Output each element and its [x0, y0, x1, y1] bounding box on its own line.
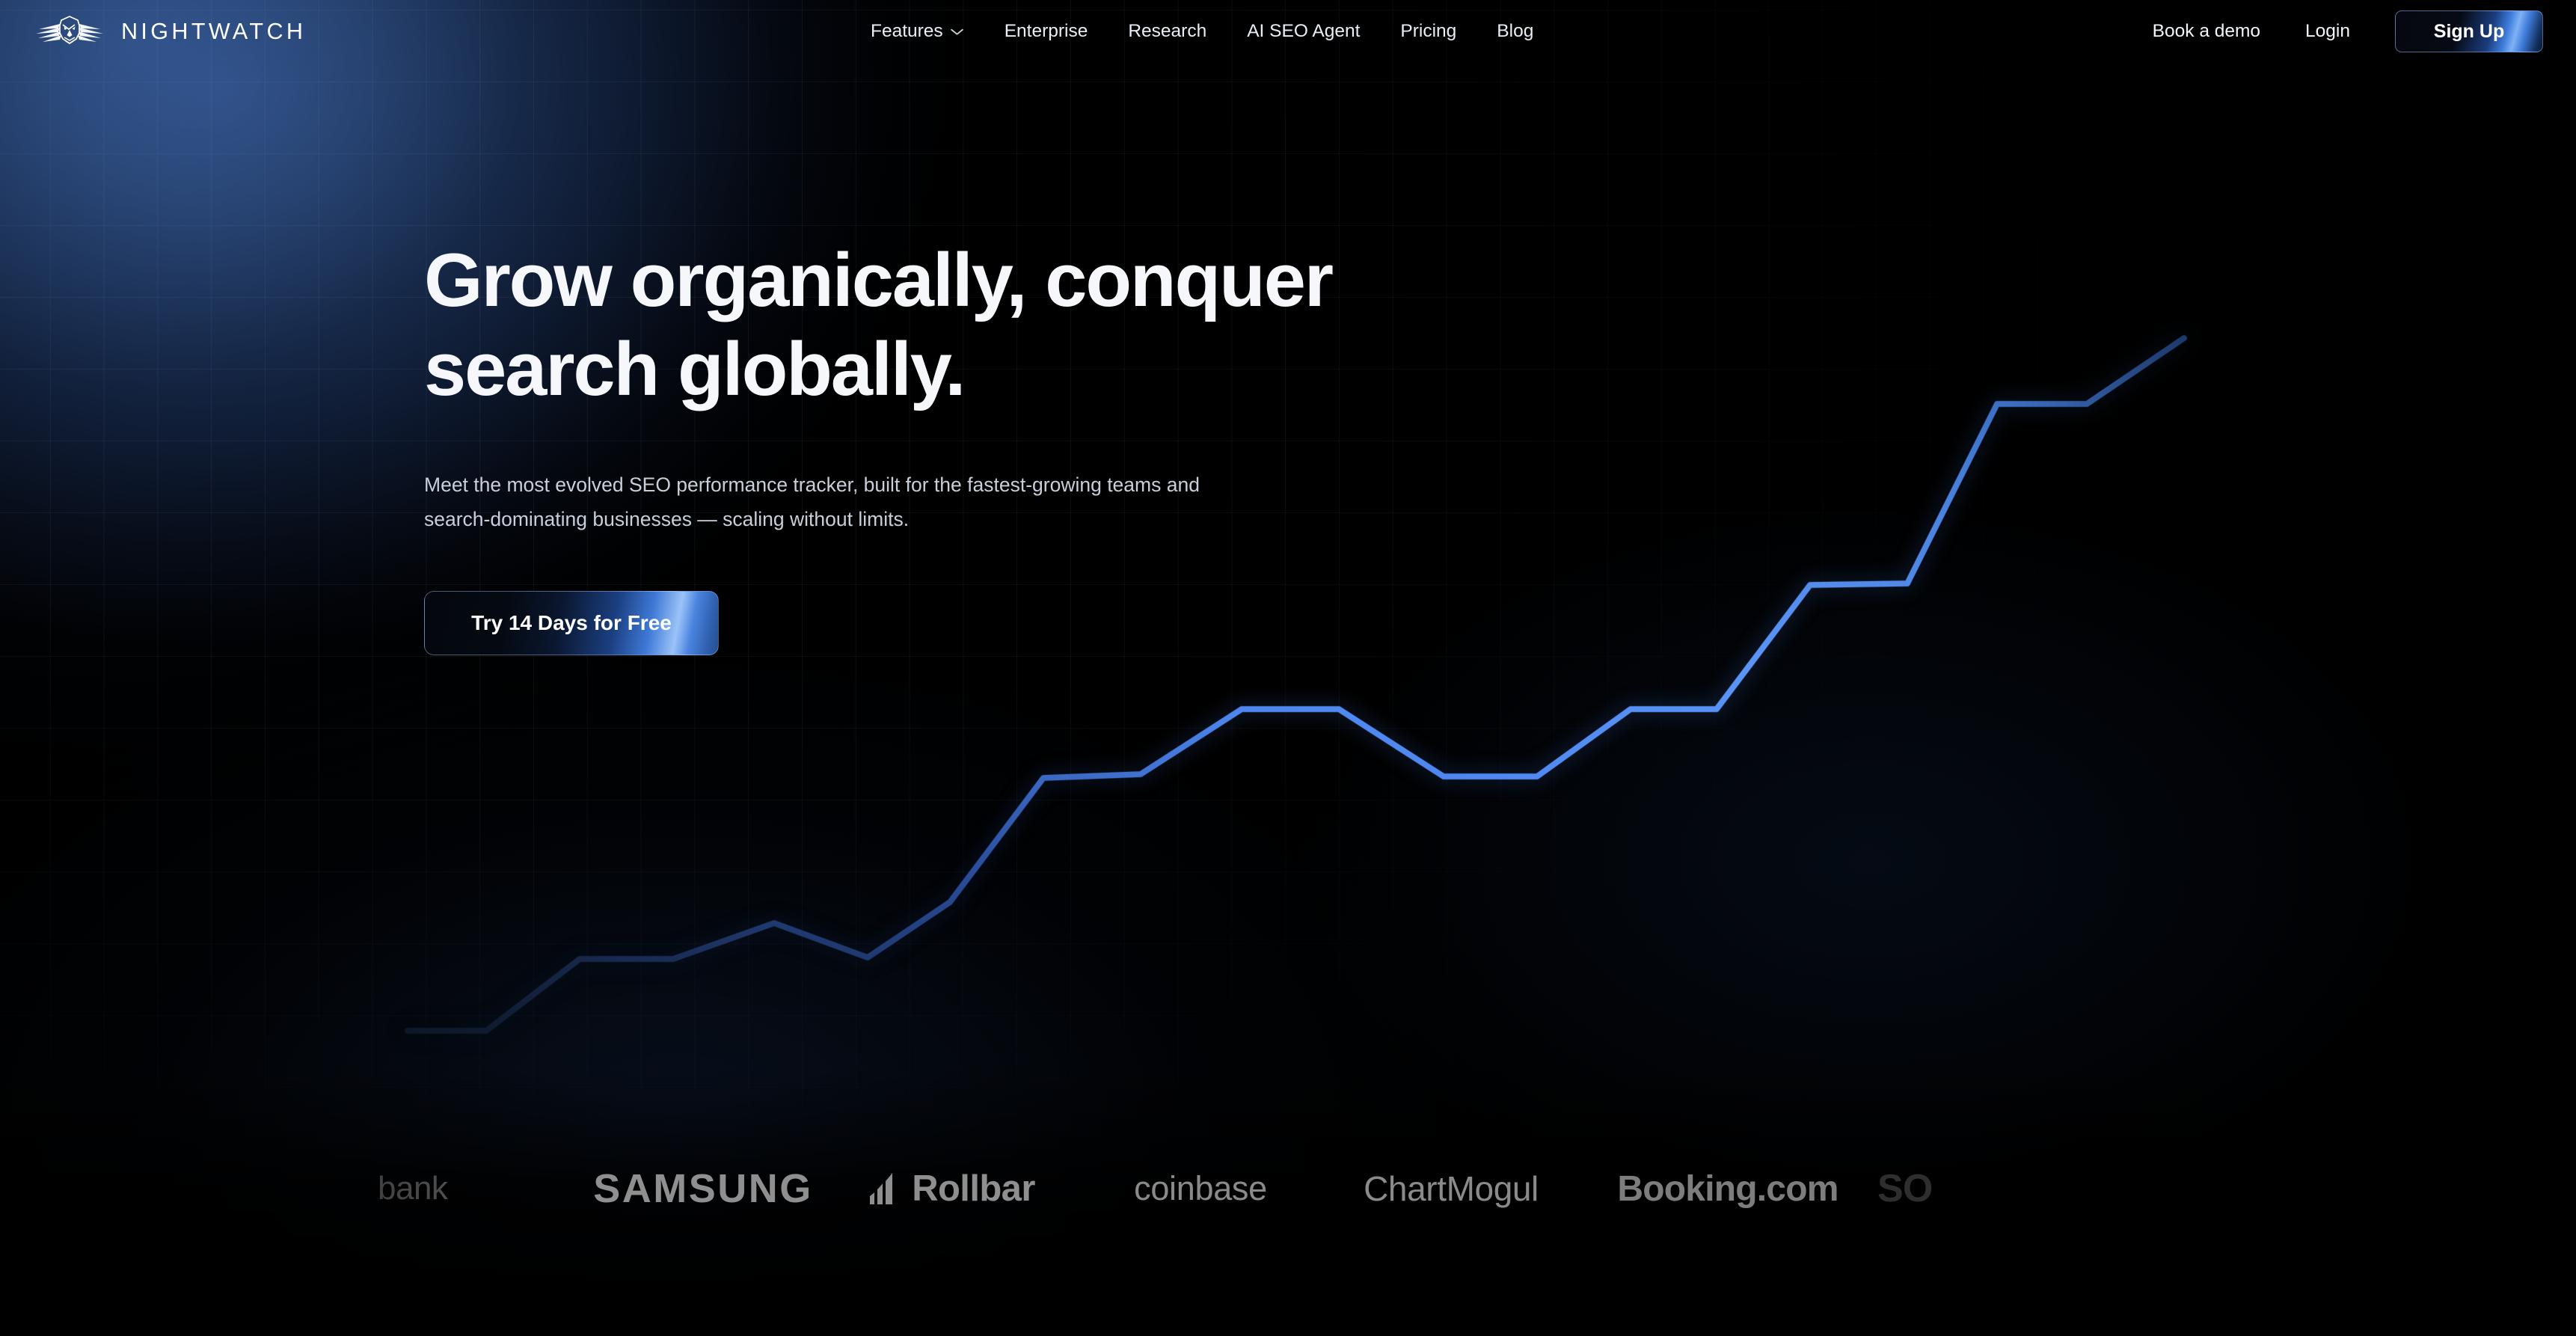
page-title: Grow organically, conquer search globall…	[424, 236, 1696, 414]
client-logo-samsung-label: SAMSUNG	[593, 1166, 813, 1211]
nav-item-enterprise[interactable]: Enterprise	[984, 0, 1108, 63]
headline-line-2: search globally.	[424, 328, 966, 412]
hero-subheadline: Meet the most evolved SEO performance tr…	[424, 474, 1200, 530]
landing-page: NIGHTWATCH Features Enterprise Research …	[0, 0, 2576, 1336]
hero-section: Grow organically, conquer search globall…	[424, 236, 1696, 655]
nav-label-features: Features	[871, 21, 943, 41]
client-logo-soundcloud: SO	[1877, 1166, 2124, 1211]
nav-item-blog[interactable]: Blog	[1476, 0, 1554, 63]
client-logo-chartmogul-label: ChartMogul	[1364, 1169, 1539, 1208]
rollbar-bars-icon	[870, 1173, 893, 1204]
client-logo-samsung: SAMSUNG	[580, 1165, 827, 1212]
nav-label-blog: Blog	[1497, 21, 1534, 41]
try-free-cta-button[interactable]: Try 14 Days for Free	[424, 590, 719, 655]
logo-track: bank SAMSUNG Rollbar coinbase ChartMogul…	[378, 1165, 2124, 1212]
header-actions: Book a demo Login Sign Up	[2130, 0, 2543, 63]
brand-logo-link[interactable]: NIGHTWATCH	[33, 15, 306, 48]
chevron-down-icon	[950, 28, 963, 35]
sign-up-button[interactable]: Sign Up	[2395, 10, 2543, 52]
client-logo-rollbar-label: Rollbar	[912, 1168, 1035, 1209]
nav-label-ai-seo-agent: AI SEO Agent	[1247, 21, 1361, 41]
client-logo-booking: Booking.com	[1578, 1168, 1877, 1210]
client-logo-strip: bank SAMSUNG Rollbar coinbase ChartMogul…	[0, 1140, 2576, 1237]
site-header: NIGHTWATCH Features Enterprise Research …	[0, 0, 2576, 63]
sign-up-label: Sign Up	[2433, 20, 2505, 42]
client-logo-bank-label: bank	[378, 1170, 448, 1207]
nav-item-ai-seo-agent[interactable]: AI SEO Agent	[1227, 0, 1380, 63]
book-a-demo-link[interactable]: Book a demo	[2130, 0, 2283, 63]
client-logo-soundcloud-label: SO	[1877, 1167, 1933, 1210]
login-link[interactable]: Login	[2283, 0, 2373, 63]
nav-item-research[interactable]: Research	[1108, 0, 1227, 63]
nav-label-research: Research	[1128, 21, 1207, 41]
nav-label-enterprise: Enterprise	[1004, 21, 1088, 41]
nav-label-pricing: Pricing	[1400, 21, 1457, 41]
client-logo-coinbase-label: coinbase	[1134, 1169, 1267, 1207]
client-logo-coinbase: coinbase	[1077, 1169, 1324, 1208]
nav-item-features[interactable]: Features	[850, 0, 984, 63]
client-logo-booking-label: Booking.com	[1617, 1168, 1839, 1209]
owl-wings-icon	[36, 16, 103, 45]
client-logo-rollbar: Rollbar	[827, 1168, 1077, 1210]
cta-label: Try 14 Days for Free	[471, 610, 672, 634]
main-navigation: Features Enterprise Research AI SEO Agen…	[850, 0, 1554, 63]
brand-name: NIGHTWATCH	[121, 18, 307, 44]
client-logo-chartmogul: ChartMogul	[1324, 1168, 1578, 1209]
client-logo-bank: bank	[378, 1170, 580, 1207]
headline-line-1: Grow organically, conquer	[424, 239, 1334, 322]
nav-item-pricing[interactable]: Pricing	[1380, 0, 1476, 63]
